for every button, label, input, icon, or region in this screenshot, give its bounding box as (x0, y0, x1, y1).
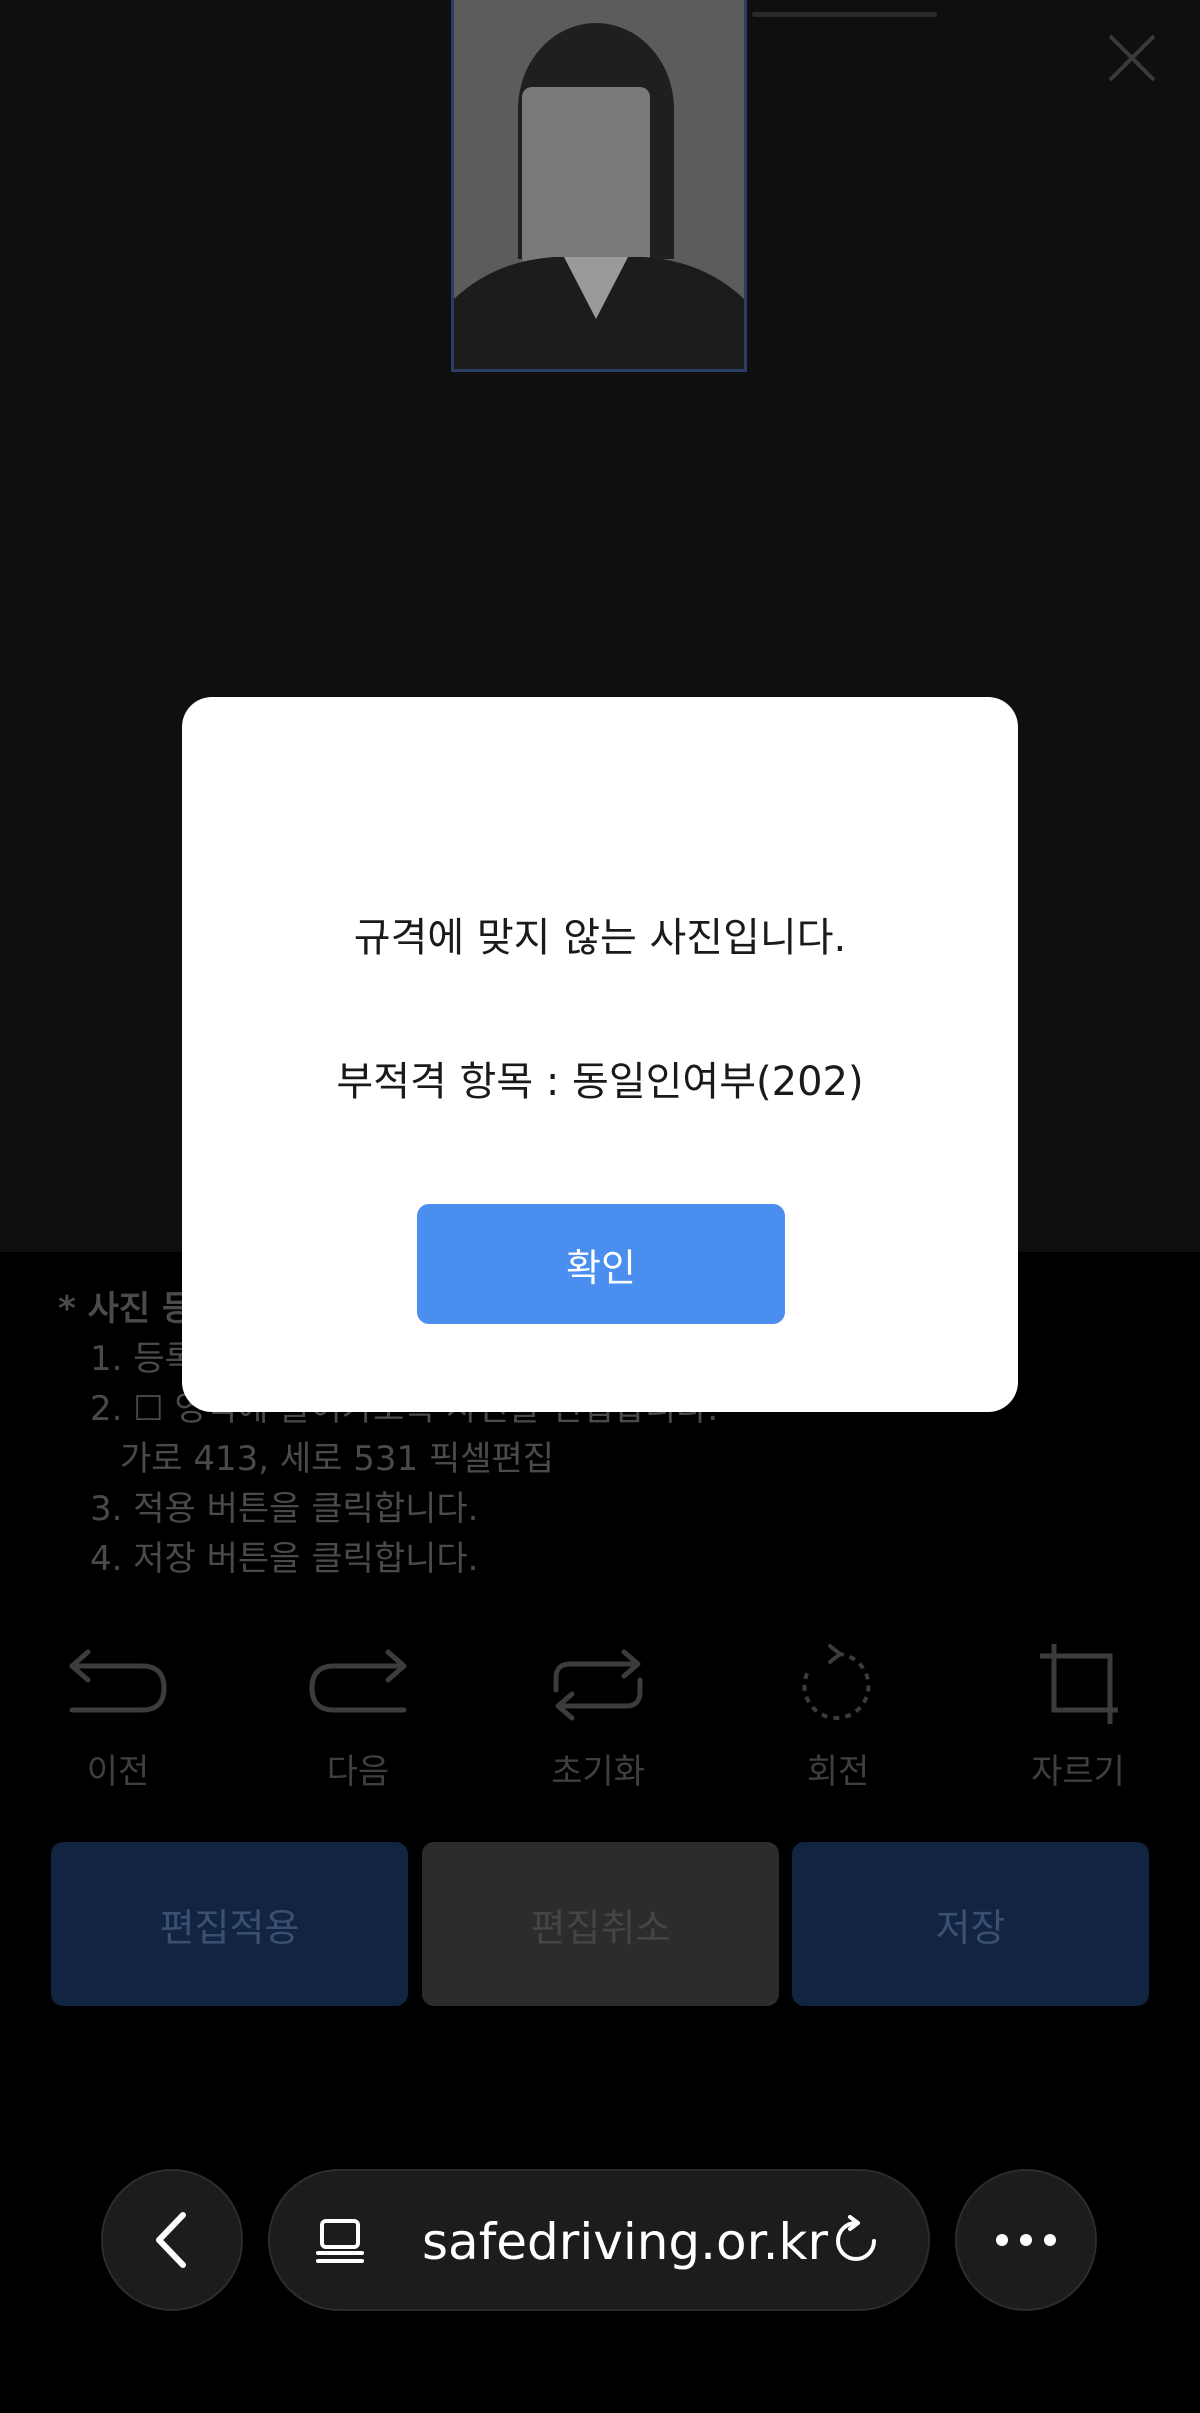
reload-icon[interactable] (830, 2215, 882, 2267)
crop-tool[interactable]: 자르기 (988, 1640, 1168, 1820)
cancel-edit-button[interactable]: 편집취소 (422, 1842, 779, 2006)
image-scrub-bar[interactable] (752, 12, 937, 17)
apply-edit-button[interactable]: 편집적용 (51, 1842, 408, 2006)
save-button[interactable]: 저장 (792, 1842, 1149, 2006)
alert-message: 규격에 맞지 않는 사진입니다. (353, 915, 847, 961)
edit-toolbar: 이전 다음 초기화 회전 자르기 (0, 1640, 1200, 1820)
close-button[interactable] (1100, 26, 1164, 90)
undo-arrow-icon (69, 1649, 167, 1713)
alert-dialog: 규격에 맞지 않는 사진입니다. 부적격 항목 : 동일인여부(202) 확인 (182, 697, 1018, 1412)
redo-tool[interactable]: 다음 (268, 1640, 448, 1820)
back-chevron-icon (156, 2212, 186, 2268)
id-photo-preview[interactable] (451, 0, 747, 372)
undo-tool[interactable]: 이전 (28, 1640, 208, 1820)
instruction-step-2-detail: 가로 413, 세로 531 픽셀편집 (120, 1439, 555, 1479)
undo-label: 이전 (86, 1752, 150, 1792)
browser-more-button[interactable] (955, 2169, 1097, 2311)
crop-icon (1040, 1644, 1118, 1724)
close-icon (1108, 34, 1156, 82)
rotate-tool[interactable]: 회전 (748, 1640, 928, 1820)
rotate-icon (802, 1644, 871, 1720)
confirm-button[interactable]: 확인 (417, 1204, 785, 1324)
reset-label: 초기화 (551, 1752, 645, 1792)
reset-tool[interactable]: 초기화 (508, 1640, 688, 1820)
url-text: safedriving.or.kr (422, 2213, 829, 2271)
more-dots-icon (996, 2234, 1056, 2246)
browser-toolbar: safedriving.or.kr (0, 2160, 1200, 2320)
redo-arrow-icon (309, 1649, 407, 1713)
instruction-step-4: 4. 저장 버튼을 클릭합니다. (90, 1539, 479, 1579)
edit-actions: 편집적용 편집취소 저장 (51, 1842, 1149, 2006)
rotate-label: 회전 (806, 1752, 870, 1792)
address-bar[interactable]: safedriving.or.kr (268, 2169, 930, 2311)
alert-detail: 부적격 항목 : 동일인여부(202) (336, 1059, 864, 1105)
instruction-step-3: 3. 적용 버튼을 클릭합니다. (90, 1489, 479, 1529)
crop-label: 자르기 (1031, 1752, 1125, 1792)
reset-loop-icon (553, 1649, 643, 1721)
browser-back-button[interactable] (101, 2169, 243, 2311)
redo-label: 다음 (326, 1752, 390, 1792)
tabs-icon (316, 2219, 364, 2263)
